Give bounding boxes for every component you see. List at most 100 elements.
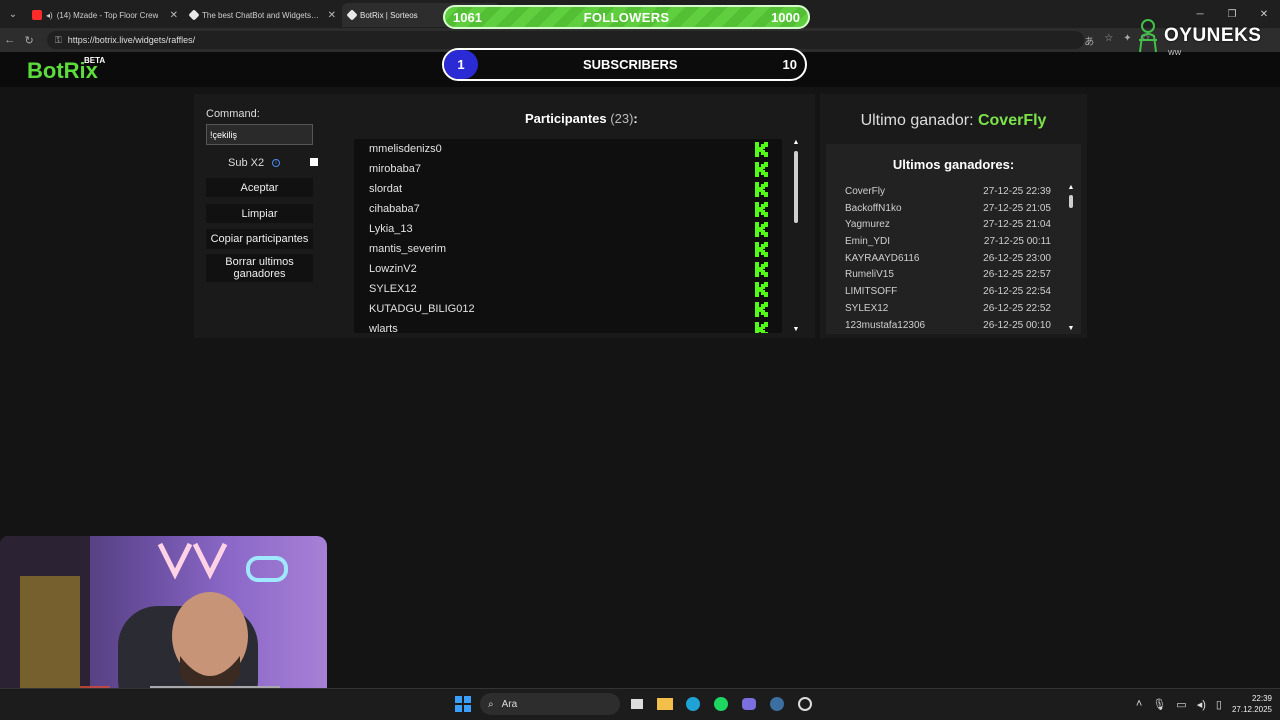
steam-icon[interactable] bbox=[766, 693, 788, 715]
accept-button[interactable]: Aceptar bbox=[206, 178, 313, 197]
copy-participants-button[interactable]: Copiar participantes bbox=[206, 229, 313, 249]
participant-row: mmelisdenizs0 bbox=[354, 139, 782, 159]
kick-platform-icon bbox=[755, 321, 768, 333]
participants-scrollbar[interactable]: ▲ ▼ bbox=[791, 139, 801, 333]
participant-name: mantis_severim bbox=[369, 243, 447, 255]
winner-row: LIMITSOFF 26-12-25 22:54 bbox=[845, 286, 1051, 303]
botrix-favicon-icon bbox=[188, 9, 200, 21]
back-icon[interactable]: ← bbox=[0, 34, 19, 46]
mascot-icon bbox=[1139, 19, 1157, 53]
file-explorer-icon[interactable] bbox=[654, 693, 676, 715]
browser-tab-youtube[interactable]: ◂) (14) Mzade - Top Floor Crew ✕ bbox=[26, 3, 184, 27]
site-info-icon[interactable]: ⚿ bbox=[55, 35, 62, 46]
participant-name: Lykia_13 bbox=[369, 223, 413, 235]
winners-scrollbar[interactable]: ▲ ▼ bbox=[1066, 184, 1076, 332]
windows-taskbar: ⌕ Ara ˄ 🎙 ▭ ◂) ▯ 22:39 27.12.2025 bbox=[0, 688, 1280, 720]
tab-title: BotRix | Sorteos bbox=[360, 10, 418, 20]
browser-tab-botrix-home[interactable]: The best ChatBot and Widgets for ✕ bbox=[184, 3, 342, 27]
kick-platform-icon bbox=[755, 181, 768, 197]
winner-name: KAYRAAYD6116 bbox=[845, 252, 920, 264]
network-icon[interactable]: ▭ bbox=[1176, 698, 1186, 711]
kick-platform-icon bbox=[755, 261, 768, 277]
kick-platform-icon bbox=[755, 221, 768, 237]
winner-row: Emin_YDI 27-12-25 00:11 bbox=[845, 236, 1051, 253]
kick-platform-icon bbox=[755, 161, 768, 177]
participant-row: mirobaba7 bbox=[354, 159, 782, 179]
followers-label: FOLLOWERS bbox=[583, 9, 670, 25]
url-text: https://botrix.live/widgets/raffles/ bbox=[67, 35, 196, 45]
command-label: Command: bbox=[206, 108, 260, 120]
reload-icon[interactable]: ↻ bbox=[19, 34, 38, 47]
search-placeholder: Ara bbox=[501, 698, 518, 710]
taskbar-search[interactable]: ⌕ Ara bbox=[480, 693, 620, 715]
participant-row: wlarts bbox=[354, 319, 782, 333]
participant-row: LowzinV2 bbox=[354, 259, 782, 279]
watermark-sub: WW bbox=[1168, 50, 1182, 57]
discord-icon[interactable] bbox=[738, 693, 760, 715]
scroll-up-icon[interactable]: ▲ bbox=[1066, 184, 1076, 191]
participant-row: Lykia_13 bbox=[354, 219, 782, 239]
subx2-checkbox[interactable] bbox=[310, 158, 318, 166]
microphone-icon[interactable]: 🎙 bbox=[1152, 698, 1166, 711]
tab-title: (14) Mzade - Top Floor Crew bbox=[56, 10, 159, 20]
star-icon[interactable]: ☆ bbox=[1104, 33, 1113, 48]
winner-name: Yagmurez bbox=[845, 219, 890, 231]
winner-row: BackoffN1ko 27-12-25 21:05 bbox=[845, 203, 1051, 220]
participant-row: KUTADGU_BILIG012 bbox=[354, 299, 782, 319]
close-icon[interactable]: ✕ bbox=[328, 10, 336, 21]
participant-row: cihababa7 bbox=[354, 199, 782, 219]
last-winners-title: Ultimos ganadores: bbox=[892, 157, 1015, 172]
participants-label: Participantes bbox=[525, 111, 607, 126]
kick-platform-icon bbox=[755, 141, 768, 157]
participant-name: slordat bbox=[369, 183, 403, 195]
volume-icon[interactable]: ◂) bbox=[1197, 698, 1206, 711]
winner-date: 27-12-25 21:04 bbox=[983, 219, 1051, 231]
kick-platform-icon bbox=[755, 201, 768, 217]
task-view-icon[interactable] bbox=[626, 693, 648, 715]
info-icon[interactable]: i bbox=[272, 159, 281, 167]
participants-colon: : bbox=[633, 111, 638, 126]
delete-last-winners-button[interactable]: Borrar ultimos ganadores bbox=[206, 254, 313, 282]
command-input[interactable] bbox=[206, 124, 313, 145]
clear-button[interactable]: Limpiar bbox=[206, 204, 313, 223]
close-icon[interactable]: ✕ bbox=[170, 10, 178, 21]
system-clock[interactable]: 22:39 27.12.2025 bbox=[1232, 693, 1272, 715]
followers-goal: 1000 bbox=[771, 9, 800, 25]
last-winners-list[interactable]: CoverFly 27-12-25 22:39 BackoffN1ko 27-12-2… bbox=[845, 186, 1051, 334]
subscribers-goal-bar: 1 SUBSCRIBERS 10 bbox=[442, 48, 807, 81]
winners-panel: Ultimo ganador: CoverFly Ultimos ganador… bbox=[820, 94, 1087, 338]
spotify-icon[interactable] bbox=[710, 693, 732, 715]
translate-icon[interactable]: あ bbox=[1084, 33, 1094, 48]
tray-chevron-icon[interactable]: ˄ bbox=[1136, 698, 1142, 710]
scroll-down-icon[interactable]: ▼ bbox=[1066, 325, 1076, 332]
url-field[interactable]: ⚿ https://botrix.live/widgets/raffles/ bbox=[46, 31, 1085, 49]
battery-icon[interactable]: ▯ bbox=[1216, 698, 1222, 711]
participants-count: (23) bbox=[610, 111, 634, 126]
winner-date: 27-12-25 22:39 bbox=[983, 186, 1051, 197]
scroll-thumb[interactable] bbox=[794, 151, 798, 223]
winner-name: LIMITSOFF bbox=[845, 286, 898, 298]
scroll-down-icon[interactable]: ▼ bbox=[791, 326, 801, 333]
last-winners-box: Ultimos ganadores: CoverFly 27-12-25 22:3… bbox=[826, 144, 1081, 334]
extensions-icon[interactable]: ✦ bbox=[1123, 33, 1131, 48]
youtube-icon bbox=[32, 10, 42, 20]
botrix-favicon-icon bbox=[346, 9, 358, 21]
system-tray: ˄ 🎙 ▭ ◂) ▯ 22:39 27.12.2025 bbox=[1136, 693, 1272, 715]
participants-list[interactable]: mmelisdenizs0 mirobaba7 slordat cihababa7 Ly… bbox=[354, 139, 782, 333]
winner-row: Yagmurez 27-12-25 21:04 bbox=[845, 219, 1051, 236]
taskbar-apps: ⌕ Ara bbox=[452, 693, 816, 715]
windows-start-icon[interactable] bbox=[452, 693, 474, 715]
tab-list-chevron-icon[interactable]: ⌄ bbox=[0, 0, 26, 28]
obs-icon[interactable] bbox=[794, 693, 816, 715]
participant-name: wlarts bbox=[369, 323, 398, 333]
winner-name: BackoffN1ko bbox=[845, 202, 902, 214]
scroll-thumb[interactable] bbox=[1069, 195, 1073, 208]
participant-name: SYLEX12 bbox=[369, 283, 417, 295]
winner-date: 26-12-25 22:52 bbox=[983, 302, 1051, 314]
scroll-up-icon[interactable]: ▲ bbox=[791, 139, 801, 146]
subx2-option: Sub X2 i bbox=[228, 157, 281, 169]
edge-icon[interactable] bbox=[682, 693, 704, 715]
last-winner-label: Ultimo ganador: bbox=[860, 112, 974, 129]
speaker-icon: ◂) bbox=[46, 10, 53, 20]
participants-heading: Participantes (23): bbox=[525, 111, 638, 126]
